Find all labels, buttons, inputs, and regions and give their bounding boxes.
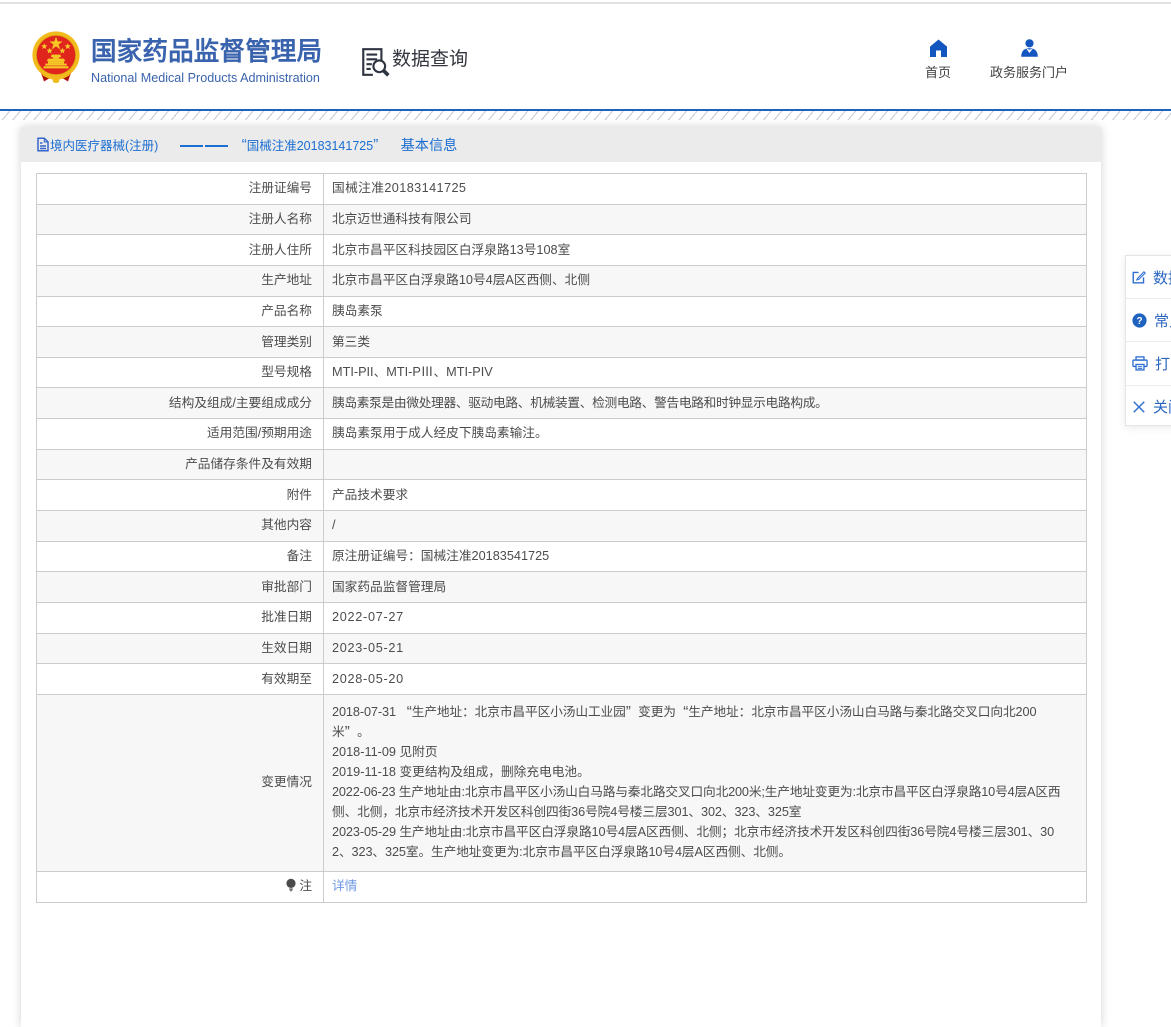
svg-text:?: ?: [1136, 316, 1142, 327]
